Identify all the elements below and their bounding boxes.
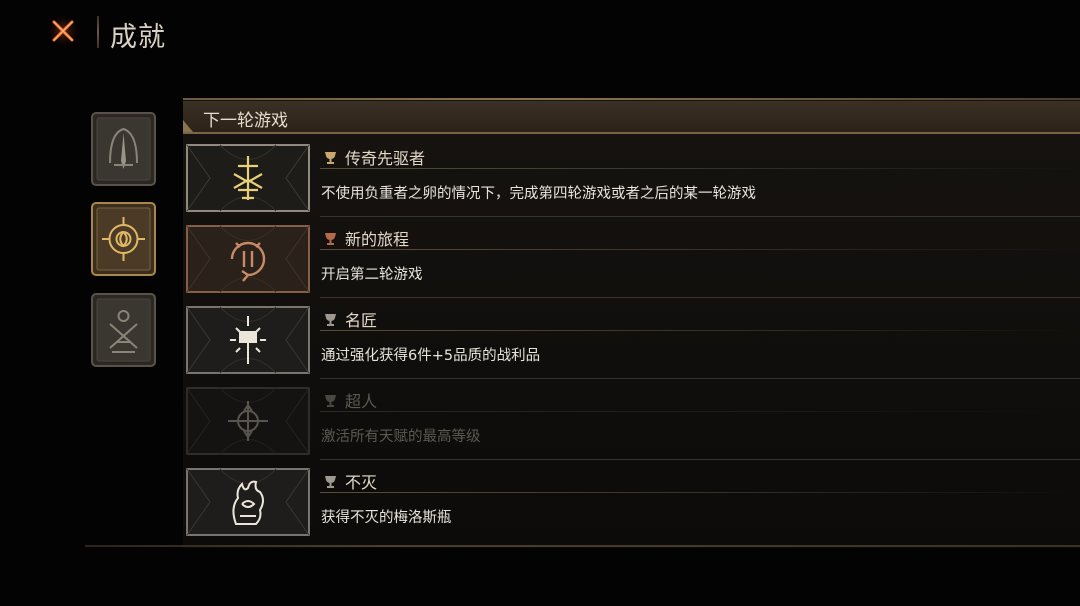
name-underline xyxy=(320,330,1080,331)
achievement-name: 名匠 xyxy=(345,311,378,330)
achievement-icon-frame xyxy=(186,387,310,455)
achievement-row[interactable]: 名匠 通过强化获得6件+5品质的战利品 xyxy=(183,305,1080,377)
achievement-description: 通过强化获得6件+5品质的战利品 xyxy=(321,348,541,364)
corner-ornament-icon xyxy=(183,120,193,132)
trophy-icon xyxy=(325,314,336,326)
row-divider xyxy=(320,459,1080,460)
section-title: 下一轮游戏 xyxy=(203,111,288,131)
achievement-name: 新的旅程 xyxy=(345,230,410,249)
close-button[interactable] xyxy=(46,14,80,48)
tab-category-2[interactable] xyxy=(90,201,157,277)
tab-category-3[interactable] xyxy=(90,292,157,368)
tab-category-1[interactable] xyxy=(90,111,157,187)
achievement-description: 获得不灭的梅洛斯瓶 xyxy=(321,510,452,526)
achievement-description: 开启第二轮游戏 xyxy=(321,267,423,283)
trophy-icon xyxy=(325,233,336,245)
achievement-description: 激活所有天赋的最高等级 xyxy=(321,429,481,445)
section-header xyxy=(183,101,1080,134)
panel-top-border xyxy=(183,98,1080,100)
panel-bottom-border xyxy=(85,545,1080,547)
row-divider xyxy=(320,378,1080,379)
achievement-description: 不使用负重者之卵的情况下，完成第四轮游戏或者之后的某一轮游戏 xyxy=(321,186,756,202)
close-x-icon xyxy=(47,15,79,47)
row-divider xyxy=(320,297,1080,298)
name-underline xyxy=(320,249,1080,250)
header-divider xyxy=(97,16,99,48)
achievement-row[interactable]: 传奇先驱者 不使用负重者之卵的情况下，完成第四轮游戏或者之后的某一轮游戏 xyxy=(183,143,1080,215)
achievement-row-locked[interactable]: 超人 激活所有天赋的最高等级 xyxy=(183,386,1080,458)
achievement-name: 不灭 xyxy=(345,473,378,492)
trophy-icon xyxy=(325,476,336,488)
name-underline xyxy=(320,168,1080,169)
achievement-icon-frame xyxy=(186,306,310,374)
achievement-row[interactable]: 不灭 获得不灭的梅洛斯瓶 xyxy=(183,467,1080,539)
achievement-row[interactable]: 新的旅程 开启第二轮游戏 xyxy=(183,224,1080,296)
achievement-icon-frame xyxy=(186,468,310,536)
name-underline xyxy=(320,492,1080,493)
trophy-icon xyxy=(325,152,336,164)
achievement-icon-frame xyxy=(186,144,310,212)
achievement-icon-frame xyxy=(186,225,310,293)
row-divider xyxy=(320,216,1080,217)
achievement-name: 超人 xyxy=(345,392,378,411)
name-underline xyxy=(320,411,1080,412)
achievement-name: 传奇先驱者 xyxy=(345,149,426,168)
page-title: 成就 xyxy=(110,22,166,53)
trophy-icon xyxy=(325,395,336,407)
